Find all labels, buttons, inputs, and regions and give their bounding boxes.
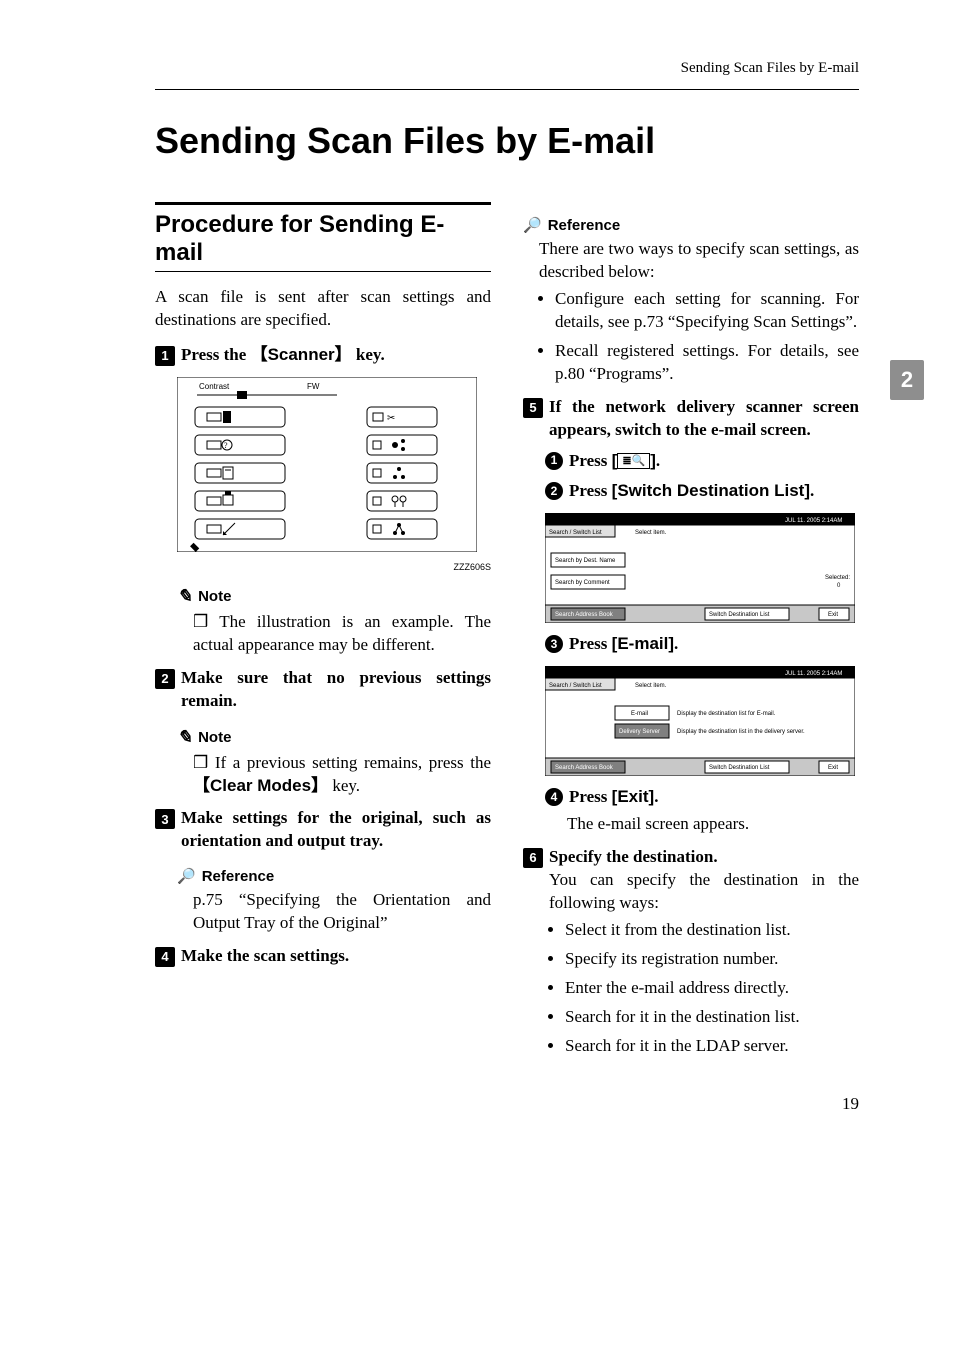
step-3: 3 Make settings for the original, such a… (155, 807, 491, 853)
reference-3-text: p.75 “Specifying the Orientation and Out… (193, 889, 491, 935)
svg-text:Display the destination list i: Display the destination list in the deli… (677, 729, 805, 735)
step-6-body: You can specify the destination in the f… (549, 869, 859, 915)
step-4: 4 Make the scan settings. (155, 945, 491, 968)
magnifier-icon: 🔎 (177, 867, 196, 885)
exit-key: Exit (612, 787, 655, 806)
screen-switch-destination-list: JUL 11. 2005 2:14AM Search / Switch List… (545, 513, 859, 623)
pencil-icon: ✎ (177, 727, 192, 748)
reference-heading-3: 🔎 Reference (177, 867, 491, 885)
page-title: Sending Scan Files by E-mail (155, 120, 859, 162)
svg-text:Search Address Book: Search Address Book (555, 612, 614, 618)
svg-text:Exit: Exit (828, 765, 838, 771)
step1-prefix: Press the (181, 345, 251, 364)
step-number-5: 5 (523, 398, 543, 418)
list-icon-key: ≣🔍 (612, 451, 656, 470)
note-heading-1: ✎ Note (177, 586, 491, 607)
svg-text:Delivery Server: Delivery Server (619, 729, 660, 735)
svg-text:Selected:: Selected: (825, 575, 850, 581)
step-number-3: 3 (155, 809, 175, 829)
svg-text:Switch Destination List: Switch Destination List (709, 612, 770, 618)
step-2: 2 Make sure that no previous settings re… (155, 667, 491, 713)
substep-5-2: 2 Press Switch Destination List. (545, 480, 859, 503)
step1-suffix: key. (352, 345, 385, 364)
step-5: 5 If the network delivery scanner screen… (523, 396, 859, 442)
step-number-6: 6 (523, 848, 543, 868)
header-rule (155, 89, 859, 90)
screen-email-option: JUL 11. 2005 2:14AM Search / Switch List… (545, 666, 859, 776)
running-header: Sending Scan Files by E-mail (155, 60, 859, 83)
ref4-bullet-1: Configure each setting for scanning. For… (555, 288, 859, 334)
reference-heading-4: 🔎 Reference (523, 216, 859, 234)
note-1-text: The illustration is an example. The actu… (193, 611, 491, 657)
pencil-icon: ✎ (177, 586, 192, 607)
substep-5-4: 4 Press Exit. (545, 786, 859, 809)
svg-text:Exit: Exit (828, 612, 838, 618)
svg-text:FW: FW (307, 382, 320, 391)
step-6: 6 Specify the destination. (523, 846, 859, 869)
step6-bullet-4: Search for it in the destination list. (565, 1006, 859, 1029)
ref4-bullet-2: Recall registered settings. For details,… (555, 340, 859, 386)
svg-text:Search by Comment: Search by Comment (555, 580, 610, 586)
email-key: E-mail (612, 634, 674, 653)
step6-bullet-2: Specify its registration number. (565, 948, 859, 971)
substep-number-2: 2 (545, 482, 563, 500)
scanner-key-label: Scanner (251, 345, 352, 364)
reference-4-intro: There are two ways to specify scan setti… (539, 238, 859, 284)
note-2-text: If a previous setting remains, press the… (193, 752, 491, 798)
step-number-2: 2 (155, 669, 175, 689)
svg-text:E-mail: E-mail (631, 711, 648, 717)
control-panel-illustration: Contrast FW ? (177, 377, 491, 552)
svg-text:JUL 11. 2005 2:14AM: JUL 11. 2005 2:14AM (785, 518, 842, 524)
svg-text:?: ? (224, 441, 228, 450)
note-heading-2: ✎ Note (177, 727, 491, 748)
svg-text:Contrast: Contrast (199, 382, 230, 391)
magnifier-icon: 🔎 (523, 216, 542, 234)
clear-modes-key-label: Clear Modes (193, 776, 328, 795)
substep-number-3: 3 (545, 635, 563, 653)
substep-number-4: 4 (545, 788, 563, 806)
step-1: 1 Press the Scanner key. (155, 344, 491, 367)
svg-text:Search / Switch List: Search / Switch List (549, 683, 602, 689)
substep-5-1: 1 Press ≣🔍. (545, 450, 859, 473)
figure-code: ZZZ606S (177, 562, 491, 572)
section-heading: Procedure for Sending E-mail (155, 202, 491, 272)
svg-text:Search / Switch List: Search / Switch List (549, 530, 602, 536)
substep-5-4-body: The e-mail screen appears. (567, 813, 859, 836)
svg-text:JUL 11. 2005 2:14AM: JUL 11. 2005 2:14AM (785, 671, 842, 677)
step6-bullet-1: Select it from the destination list. (565, 919, 859, 942)
step6-bullet-3: Enter the e-mail address directly. (565, 977, 859, 1000)
svg-text:Select item.: Select item. (635, 683, 667, 689)
svg-text:✂: ✂ (387, 413, 395, 424)
svg-text:Select item.: Select item. (635, 530, 667, 536)
svg-text:Search by Dest. Name: Search by Dest. Name (555, 558, 616, 564)
substep-5-3: 3 Press E-mail. (545, 633, 859, 656)
switch-destination-list-key: Switch Destination List (612, 481, 810, 500)
svg-text:Display the destination list f: Display the destination list for E-mail. (677, 711, 776, 717)
page-number: 19 (155, 1094, 859, 1114)
step6-bullet-5: Search for it in the LDAP server. (565, 1035, 859, 1058)
substep-number-1: 1 (545, 452, 563, 470)
step-number-4: 4 (155, 947, 175, 967)
chapter-side-tab: 2 (890, 360, 924, 400)
svg-text:Search Address Book: Search Address Book (555, 765, 614, 771)
step-number-1: 1 (155, 346, 175, 366)
svg-text:Switch Destination List: Switch Destination List (709, 765, 770, 771)
intro-paragraph: A scan file is sent after scan settings … (155, 286, 491, 332)
